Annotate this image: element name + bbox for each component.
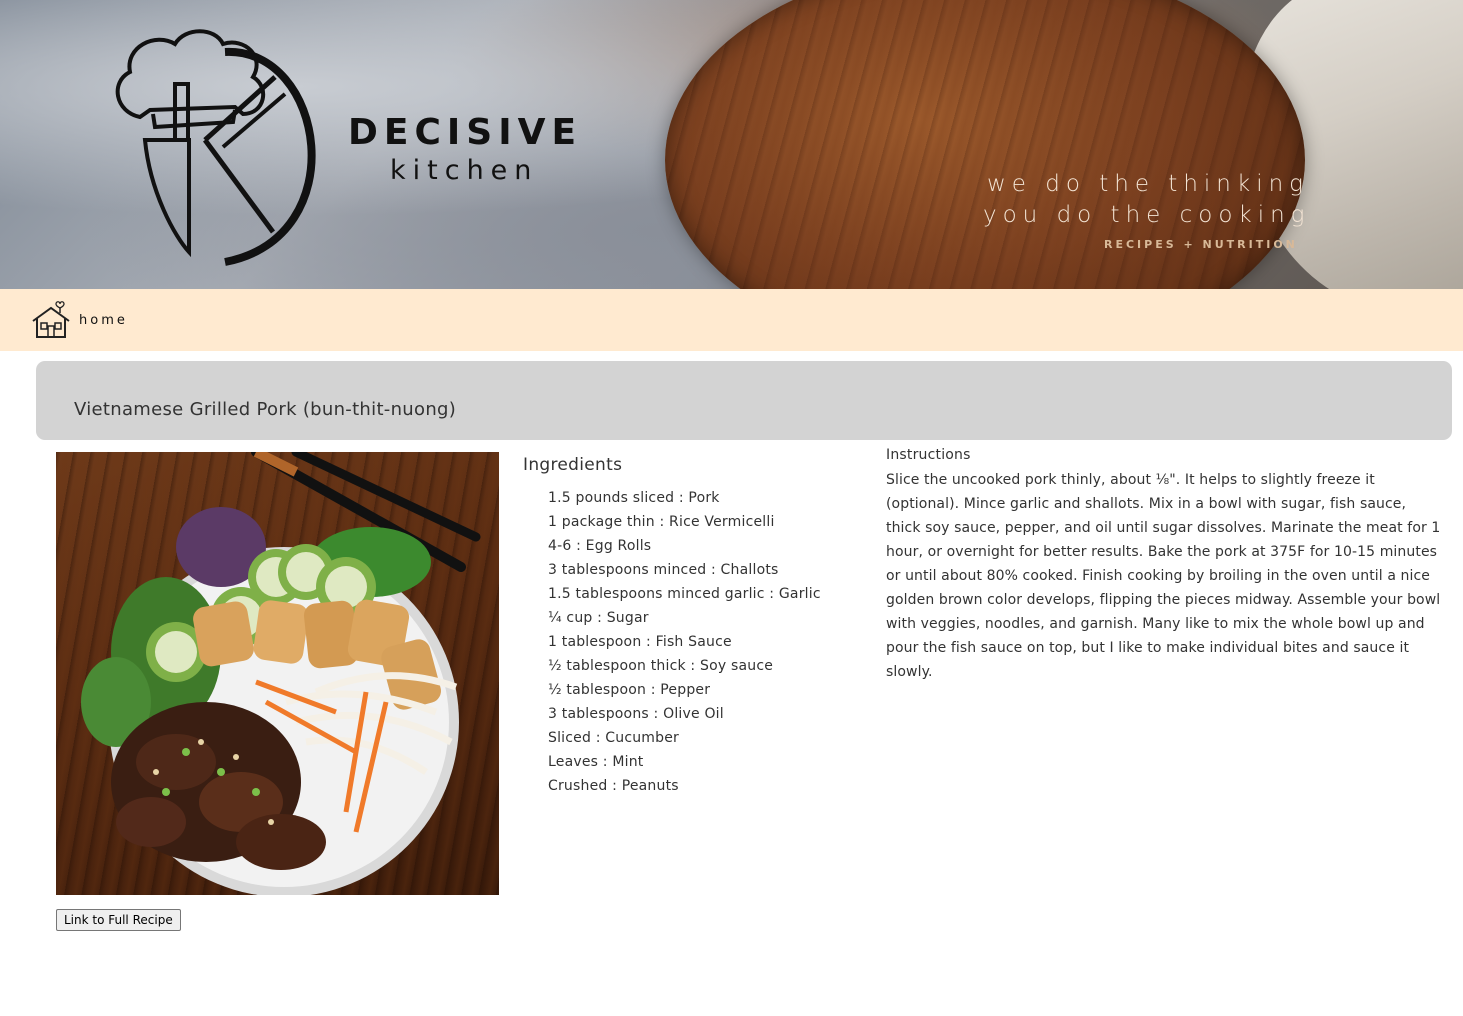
recipe-title-panel: Vietnamese Grilled Pork (bun-thit-nuong) bbox=[36, 361, 1452, 440]
list-item: 1 package thin : Rice Vermicelli bbox=[548, 514, 775, 530]
list-item: ½ tablespoon thick : Soy sauce bbox=[548, 658, 774, 674]
nav-bar: home bbox=[0, 289, 1463, 351]
list-item: 1.5 pounds sliced : Pork bbox=[548, 490, 720, 506]
list-item: 4-6 : Egg Rolls bbox=[548, 538, 652, 554]
header-banner: DECISIVE kitchen we do the thinking you … bbox=[0, 0, 1463, 289]
home-label: home bbox=[79, 312, 128, 328]
recipe-photo-illustration bbox=[81, 452, 481, 895]
chef-knife-plate-logo-icon bbox=[115, 29, 316, 266]
house-heart-icon bbox=[32, 301, 70, 338]
list-item: Leaves : Mint bbox=[548, 754, 644, 770]
list-item: Sliced : Cucumber bbox=[548, 730, 679, 746]
brand-subname: kitchen bbox=[390, 155, 539, 186]
tagline-line-3: RECIPES + NUTRITION bbox=[1104, 238, 1298, 251]
brand-name: DECISIVE bbox=[348, 112, 583, 153]
list-item: 3 tablespoons minced : Challots bbox=[548, 562, 779, 578]
home-link[interactable]: home bbox=[30, 293, 128, 347]
instructions-heading: Instructions bbox=[886, 447, 971, 463]
tagline-line-1: we do the thinking bbox=[987, 171, 1309, 197]
ingredients-list: 1.5 pounds sliced : Pork 1 package thin … bbox=[548, 487, 821, 799]
ingredients-heading: Ingredients bbox=[523, 455, 623, 475]
list-item: Crushed : Peanuts bbox=[548, 778, 679, 794]
recipe-photo bbox=[56, 452, 499, 895]
list-item: ½ tablespoon : Pepper bbox=[548, 682, 711, 698]
list-item: ¼ cup : Sugar bbox=[548, 610, 649, 626]
list-item: 3 tablespoons : Olive Oil bbox=[548, 706, 724, 722]
list-item: 1.5 tablespoons minced garlic : Garlic bbox=[548, 586, 821, 602]
recipe-title: Vietnamese Grilled Pork (bun-thit-nuong) bbox=[74, 399, 457, 420]
instructions-text: Slice the uncooked pork thinly, about ⅛"… bbox=[886, 472, 1441, 680]
tagline-line-2: you do the cooking bbox=[983, 202, 1311, 228]
list-item: 1 tablespoon : Fish Sauce bbox=[548, 634, 732, 650]
full-recipe-link-button[interactable]: Link to Full Recipe bbox=[56, 909, 181, 931]
